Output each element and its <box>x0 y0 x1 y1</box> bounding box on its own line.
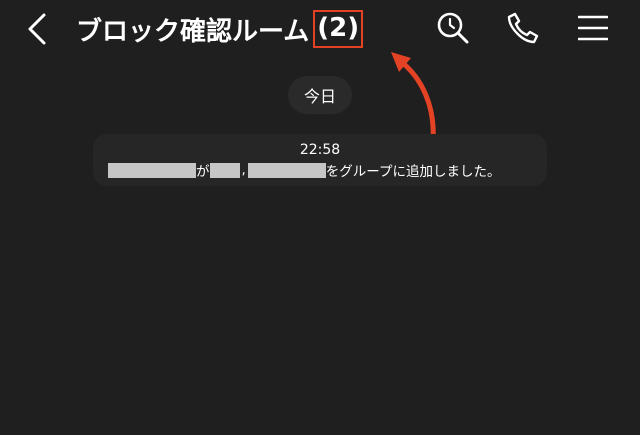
hamburger-menu-icon <box>578 15 608 41</box>
chat-header: ブロック確認ルーム (2) <box>0 0 640 62</box>
search-button[interactable] <box>433 8 473 48</box>
date-separator: 今日 <box>288 76 352 114</box>
redacted-name <box>209 162 240 178</box>
system-message-text: が , をグループに追加しました。 <box>108 161 501 180</box>
phone-icon <box>507 12 539 44</box>
search-icon <box>437 12 469 44</box>
date-label: 今日 <box>303 87 336 106</box>
room-name: ブロック確認ルーム <box>76 16 310 47</box>
redacted-name <box>247 162 326 178</box>
call-button[interactable] <box>503 8 543 48</box>
member-count: (2) <box>313 9 364 49</box>
system-message: 22:58 が , をグループに追加しました。 <box>93 134 547 186</box>
annotation-arrow <box>391 52 436 143</box>
room-title: ブロック確認ルーム (2) <box>76 6 364 52</box>
message-time: 22:58 <box>299 142 341 158</box>
message-suffix: をグループに追加しました。 <box>325 164 501 180</box>
particle-ga: が <box>196 164 210 180</box>
comma-separator: , <box>241 162 246 178</box>
redacted-name <box>108 162 196 178</box>
chevron-left-icon <box>28 13 46 45</box>
back-button[interactable] <box>22 10 52 48</box>
menu-button[interactable] <box>573 8 613 48</box>
